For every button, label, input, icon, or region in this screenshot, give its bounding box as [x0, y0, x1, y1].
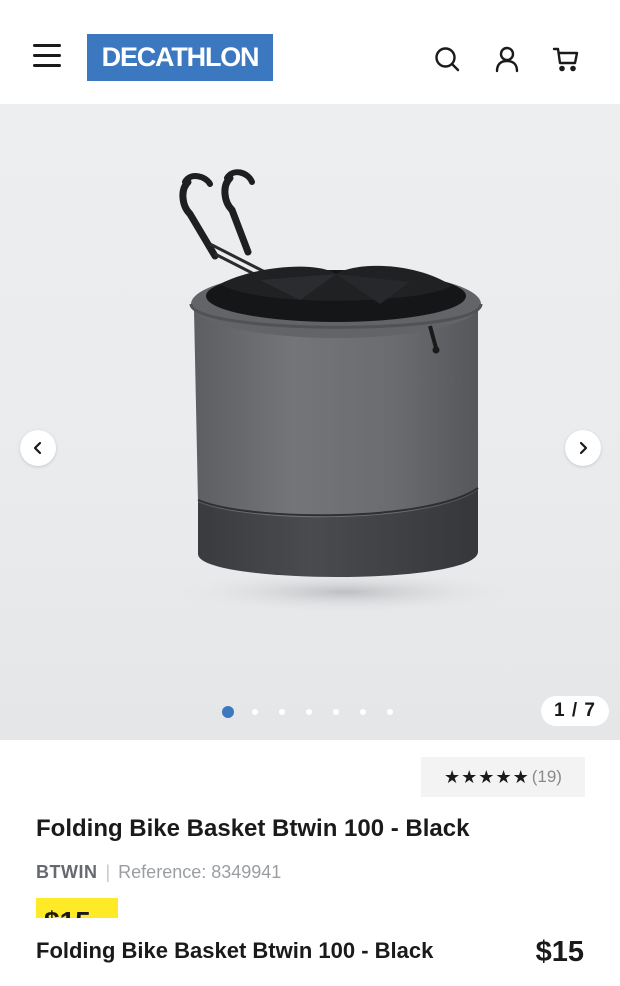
- rating-badge[interactable]: ★★★★★ (19): [421, 757, 585, 797]
- rating-count: (19): [531, 767, 562, 786]
- carousel-dot[interactable]: [222, 706, 234, 718]
- carousel-dots: [222, 706, 414, 718]
- top-header: DECATHLON: [0, 0, 620, 104]
- decathlon-logo[interactable]: DECATHLON: [87, 34, 273, 81]
- sticky-product-price: $15: [535, 936, 584, 968]
- product-meta: BTWIN | Reference: 8349941: [36, 862, 281, 883]
- account-icon[interactable]: [492, 42, 522, 76]
- product-reference: Reference: 8349941: [118, 862, 282, 882]
- product-gallery[interactable]: 1 / 7: [0, 104, 620, 740]
- rating-stars: ★★★★★: [444, 766, 530, 788]
- product-image: [170, 169, 520, 614]
- carousel-dot[interactable]: [279, 709, 285, 715]
- chevron-left-icon: [33, 441, 42, 455]
- chevron-right-icon: [579, 441, 588, 455]
- sticky-product-bar: Folding Bike Basket Btwin 100 - Black $1…: [0, 918, 620, 986]
- product-title: Folding Bike Basket Btwin 100 - Black: [36, 815, 470, 842]
- meta-separator: |: [105, 862, 111, 882]
- menu-icon[interactable]: [30, 40, 64, 72]
- carousel-dot[interactable]: [306, 709, 312, 715]
- next-image-button[interactable]: [565, 430, 601, 466]
- carousel-dot[interactable]: [387, 709, 393, 715]
- carousel-dot[interactable]: [252, 709, 258, 715]
- carousel-dot[interactable]: [333, 709, 339, 715]
- sticky-product-title: Folding Bike Basket Btwin 100 - Black: [36, 938, 434, 963]
- previous-image-button[interactable]: [20, 430, 56, 466]
- search-icon[interactable]: [432, 42, 462, 76]
- brand-name[interactable]: BTWIN: [36, 862, 97, 883]
- image-counter: 1 / 7: [541, 696, 609, 726]
- cart-icon[interactable]: [551, 42, 581, 76]
- carousel-dot[interactable]: [360, 709, 366, 715]
